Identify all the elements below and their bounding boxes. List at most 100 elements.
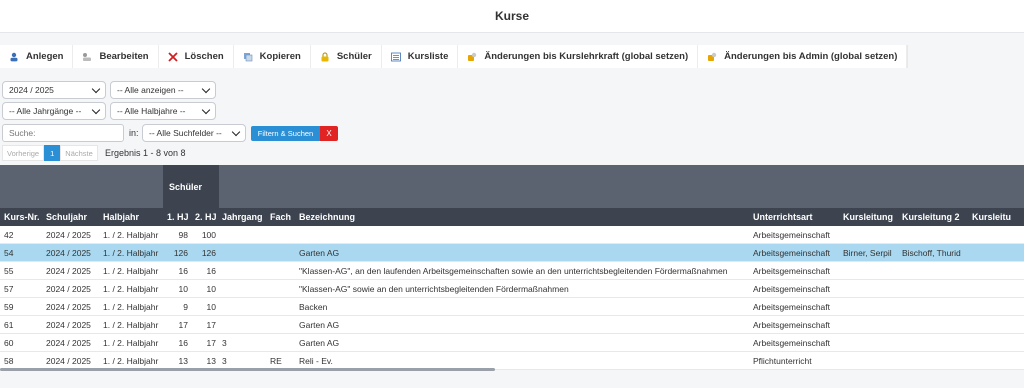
table-cell: 126 [201, 248, 216, 258]
toolbar-button-kursliste[interactable]: Kursliste [382, 45, 459, 68]
table-cell: 61 [4, 320, 14, 330]
key-lock-icon [467, 52, 477, 62]
table-cell: Arbeitsgemeinschaft [753, 338, 831, 348]
column-header[interactable]: 2. HJ [195, 208, 217, 226]
table-cell: 9 [183, 302, 188, 312]
horizontal-scrollbar[interactable] [0, 368, 495, 371]
suchfelder-value: -- Alle Suchfelder -- [149, 128, 222, 138]
table-cell: 1. / 2. Halbjahr [103, 320, 159, 330]
pagination: Vorherige 1 Nächste [2, 145, 98, 161]
jahrgaenge-value: -- Alle Jahrgänge -- [9, 106, 82, 116]
column-header[interactable]: 1. HJ [167, 208, 189, 226]
toolbar: Anlegen Bearbeiten Löschen Kopieren Schüler K… [0, 45, 909, 68]
table-cell: 1. / 2. Halbjahr [103, 230, 159, 240]
toolbar-button-label: Änderungen bis Kurslehrkraft (global set… [484, 51, 689, 62]
column-header[interactable]: Bezeichnung [299, 208, 355, 226]
pager-page-1[interactable]: 1 [44, 145, 61, 161]
table-cell: 1. / 2. Halbjahr [103, 302, 159, 312]
table-cell: 3 [222, 338, 227, 348]
column-header[interactable]: Unterrichtsart [753, 208, 813, 226]
table-cell: 10 [206, 302, 216, 312]
toolbar-button-änderungen-bis-kurslehrkraft-global-setzen[interactable]: Änderungen bis Kurslehrkraft (global set… [458, 45, 699, 68]
table-row[interactable]: 61 2024 / 2025 1. / 2. Halbjahr 17 17 Garten … [0, 316, 1024, 334]
table-row[interactable]: 60 2024 / 2025 1. / 2. Halbjahr 16 17 3 Garten… [0, 334, 1024, 352]
toolbar-button-schüler[interactable]: Schüler [311, 45, 382, 68]
anzeige-select[interactable]: -- Alle anzeigen -- [110, 81, 216, 99]
table-cell: Arbeitsgemeinschaft [753, 248, 831, 258]
toolbar-button-kopieren[interactable]: Kopieren [234, 45, 311, 68]
table-cell: 126 [173, 248, 188, 258]
result-count: Ergebnis 1 - 8 von 8 [105, 148, 186, 158]
key-lock-icon [707, 52, 717, 62]
table-cell: 59 [4, 302, 14, 312]
toolbar-button-löschen[interactable]: Löschen [159, 45, 234, 68]
table-cell: 98 [178, 230, 188, 240]
table-cell: 16 [178, 266, 188, 276]
table-header: Kurs-Nr. Schuljahr Halbjahr 1. HJ 2. HJ Jahrg… [0, 208, 1024, 226]
table-row[interactable]: 55 2024 / 2025 1. / 2. Halbjahr 16 16 "Klasse… [0, 262, 1024, 280]
clear-filter-button[interactable]: X [320, 126, 338, 141]
table-group-header: Schüler [0, 165, 1024, 208]
pager-prev[interactable]: Vorherige [2, 145, 45, 161]
table-cell: Birner, Serpil [843, 248, 892, 258]
edit-icon [82, 52, 92, 62]
table-cell: 2024 / 2025 [46, 230, 91, 240]
filter-search-button[interactable]: Filtern & Suchen [251, 126, 320, 141]
table-row[interactable]: 57 2024 / 2025 1. / 2. Halbjahr 10 10 "Klasse… [0, 280, 1024, 298]
table-cell: Backen [299, 302, 328, 312]
window-title: Kurse [494, 9, 529, 23]
table-cell: "Klassen-AG" sowie an den unterrichtsbeg… [299, 284, 569, 294]
group-header-schueler: Schüler [163, 165, 219, 208]
toolbar-button-bearbeiten[interactable]: Bearbeiten [73, 45, 159, 68]
window-title-bar: Kurse [0, 0, 1024, 33]
table-cell: 2024 / 2025 [46, 302, 91, 312]
column-header[interactable]: Kursleitung 2 [902, 208, 960, 226]
toolbar-button-label: Bearbeiten [99, 51, 149, 62]
table-row[interactable]: 42 2024 / 2025 1. / 2. Halbjahr 98 100 Arbeit… [0, 226, 1024, 244]
table-cell: Arbeitsgemeinschaft [753, 230, 831, 240]
anzeige-value: -- Alle anzeigen -- [117, 85, 184, 95]
table-cell: 1. / 2. Halbjahr [103, 266, 159, 276]
toolbar-button-label: Kursliste [407, 51, 449, 62]
table-cell: "Klassen-AG", an den laufenden Arbeitsge… [299, 266, 728, 276]
table-cell: 2024 / 2025 [46, 248, 91, 258]
toolbar-button-label: Schüler [336, 51, 372, 62]
toolbar-button-label: Löschen [184, 51, 224, 62]
column-header[interactable]: Halbjahr [103, 208, 139, 226]
toolbar-button-label: Kopieren [259, 51, 301, 62]
copy-icon [243, 52, 253, 62]
table-cell: 1. / 2. Halbjahr [103, 248, 159, 258]
table-cell: Garten AG [299, 248, 340, 258]
search-input[interactable]: Suche: [2, 124, 124, 142]
jahrgaenge-select[interactable]: -- Alle Jahrgänge -- [2, 102, 106, 120]
column-header[interactable]: Kursleitung [843, 208, 893, 226]
column-header[interactable]: Kursleitu [972, 208, 1011, 226]
table-cell: 17 [206, 320, 216, 330]
table-cell: Arbeitsgemeinschaft [753, 320, 831, 330]
table-row[interactable]: 54 2024 / 2025 1. / 2. Halbjahr 126 126 Garte… [0, 244, 1024, 262]
table-cell: 57 [4, 284, 14, 294]
column-header[interactable]: Fach [270, 208, 291, 226]
column-header[interactable]: Jahrgang [222, 208, 263, 226]
toolbar-button-änderungen-bis-admin-global-setzen[interactable]: Änderungen bis Admin (global setzen) [698, 45, 908, 68]
column-header[interactable]: Kurs-Nr. [4, 208, 40, 226]
table-row[interactable]: 59 2024 / 2025 1. / 2. Halbjahr 9 10 Backen Ar… [0, 298, 1024, 316]
chevron-down-icon [201, 84, 211, 94]
chevron-down-icon [231, 127, 241, 137]
table-cell: 1. / 2. Halbjahr [103, 284, 159, 294]
table-cell: 2024 / 2025 [46, 266, 91, 276]
toolbar-button-label: Anlegen [26, 51, 64, 62]
suchfelder-select[interactable]: -- Alle Suchfelder -- [142, 124, 246, 142]
user-add-icon [9, 52, 19, 62]
table-cell: 60 [4, 338, 14, 348]
chevron-down-icon [91, 105, 101, 115]
table-cell: 10 [206, 284, 216, 294]
halbjahre-select[interactable]: -- Alle Halbjahre -- [110, 102, 216, 120]
table-cell: Pflichtunterricht [753, 356, 812, 366]
column-header[interactable]: Schuljahr [46, 208, 87, 226]
schuljahr-select[interactable]: 2024 / 2025 [2, 81, 106, 99]
toolbar-button-anlegen[interactable]: Anlegen [0, 45, 74, 68]
chevron-down-icon [91, 84, 101, 94]
pager-next[interactable]: Nächste [60, 145, 98, 161]
table-cell: Arbeitsgemeinschaft [753, 302, 831, 312]
